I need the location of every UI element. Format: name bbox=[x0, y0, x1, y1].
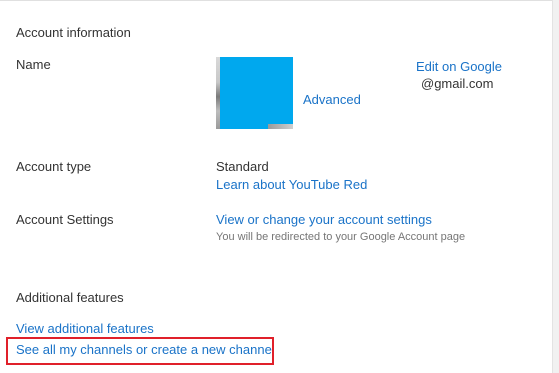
advanced-link[interactable]: Advanced bbox=[303, 92, 361, 107]
account-information-heading: Account information bbox=[16, 25, 131, 40]
account-type-label: Account type bbox=[16, 159, 92, 174]
learn-about-youtube-red-link[interactable]: Learn about YouTube Red bbox=[216, 177, 367, 192]
account-settings-label: Account Settings bbox=[16, 212, 114, 227]
avatar bbox=[216, 57, 293, 129]
additional-features-heading: Additional features bbox=[16, 290, 124, 305]
redirect-note: You will be redirected to your Google Ac… bbox=[216, 231, 466, 243]
account-panel: Account information Name Edit on Google … bbox=[0, 0, 553, 373]
name-label: Name bbox=[16, 57, 51, 72]
view-additional-features-link[interactable]: View additional features bbox=[16, 321, 154, 336]
email-address: @gmail.com bbox=[421, 76, 494, 91]
top-divider bbox=[0, 0, 552, 1]
highlight-box bbox=[6, 337, 274, 365]
account-type-value: Standard bbox=[216, 159, 269, 174]
edit-on-google-link[interactable]: Edit on Google bbox=[416, 59, 502, 74]
account-settings-link[interactable]: View or change your account settings bbox=[216, 212, 432, 227]
avatar-photo-edge bbox=[268, 124, 293, 129]
avatar-redaction bbox=[220, 57, 293, 129]
